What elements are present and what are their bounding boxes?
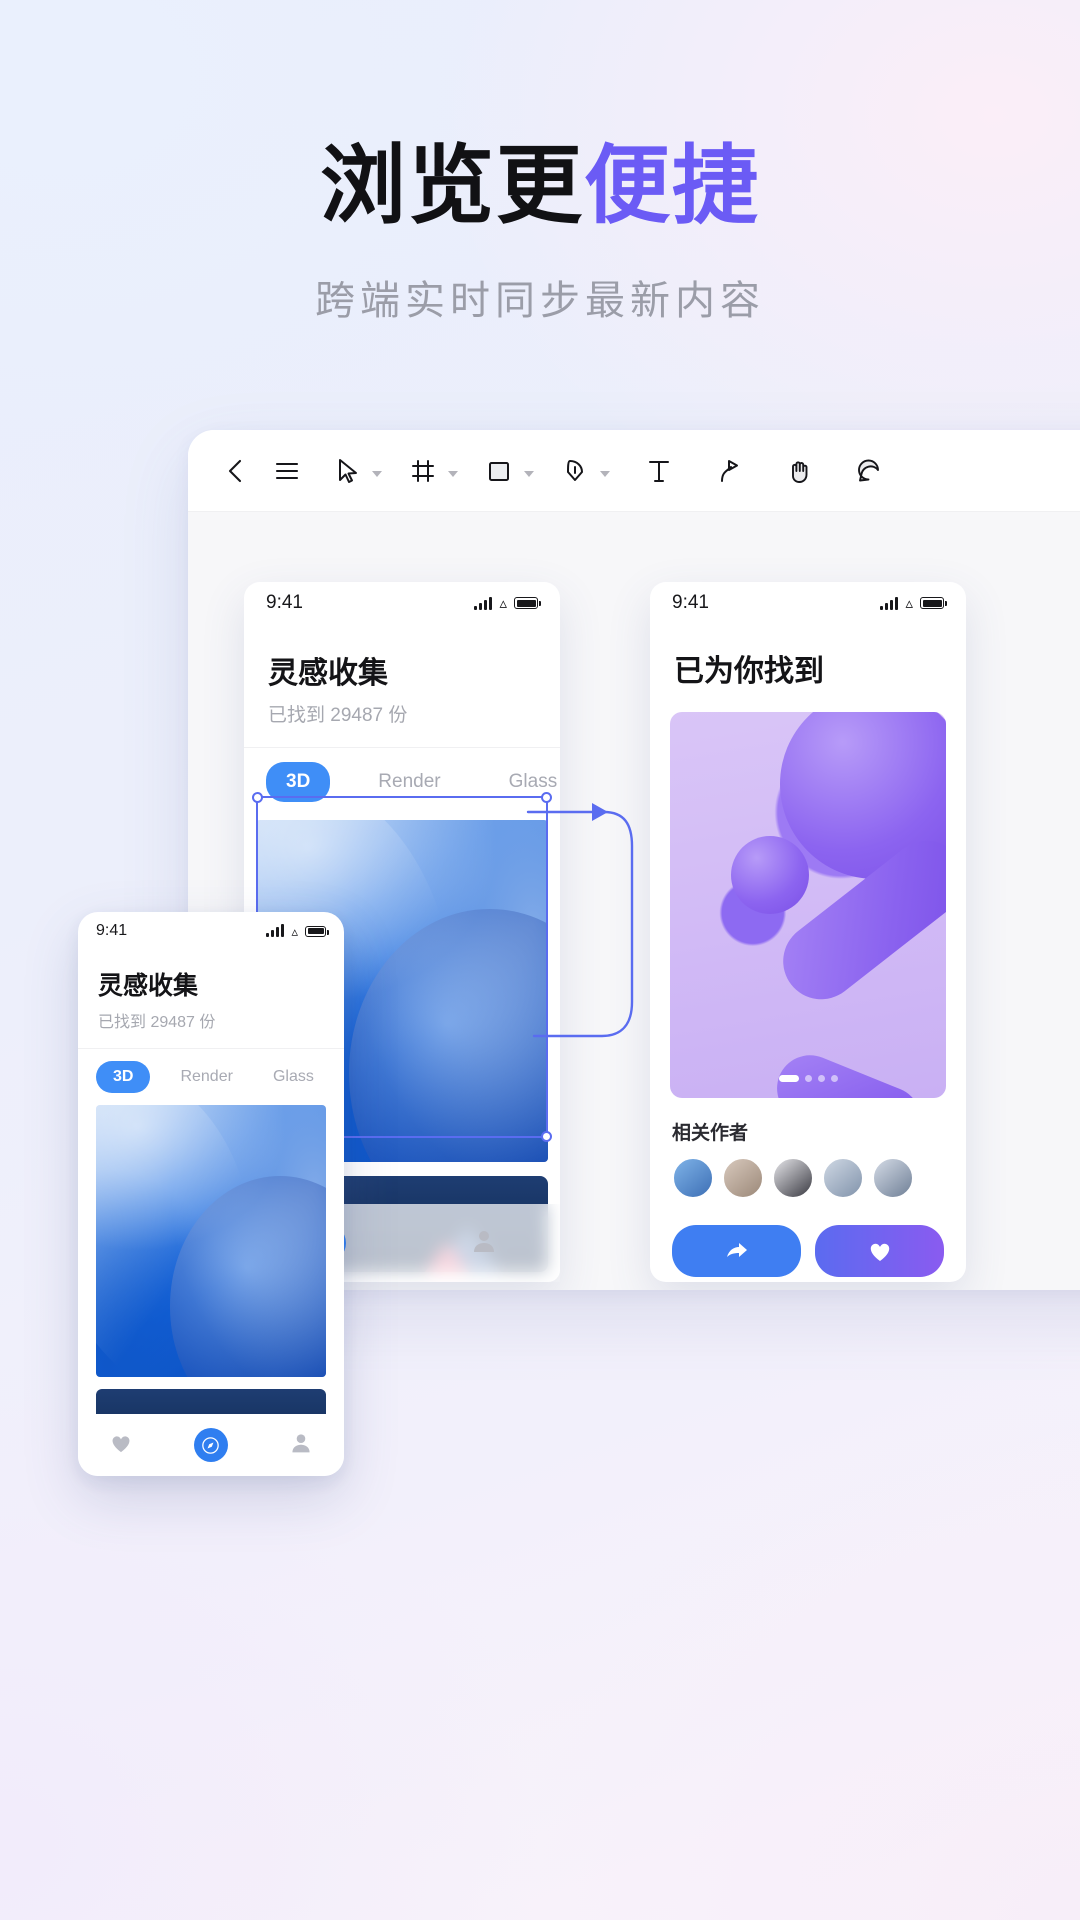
frame-tool-icon[interactable] [400,448,446,494]
chevron-down-icon[interactable] [372,470,382,477]
heart-icon [870,1243,889,1261]
sphere-small [730,835,809,914]
status-time: 9:41 [266,592,303,613]
tab-render[interactable]: Render [358,762,460,802]
design-toolbar [188,430,1080,512]
carousel-dot[interactable] [817,1075,825,1082]
hand-tool-icon[interactable] [776,448,822,494]
tab-glass[interactable]: Glass [263,1061,324,1093]
nav-profile-icon[interactable] [470,1227,498,1260]
headline-accent-part: 便捷 [584,138,760,234]
status-time: 9:41 [672,592,709,613]
phone-small-floating[interactable]: 9:41 ▵ 灵感收集 已找到 29487 份 3D Render Glass [78,912,344,1476]
avatar[interactable] [672,1157,714,1199]
text-tool-icon[interactable] [636,448,682,494]
cursor-tool-group[interactable] [324,448,382,494]
pen-tool-icon[interactable] [552,448,598,494]
capsule-shape-2 [767,1044,931,1098]
battery-icon [514,597,541,609]
phone-small-status-bar: 9:41 ▵ [78,912,344,950]
page-title: 浏览更便捷 [0,138,1080,234]
related-authors-label: 相关作者 [672,1123,749,1144]
status-indicators: ▵ [266,923,329,939]
chevron-down-icon[interactable] [448,470,458,477]
share-button[interactable] [672,1225,801,1277]
battery-icon [920,597,947,609]
headline-plain-part: 浏览更 [320,138,584,234]
frame-tool-group[interactable] [400,448,458,494]
hero-section: 浏览更便捷 跨端实时同步最新内容 [0,138,1080,326]
phone-small-tabs[interactable]: 3D Render Glass [78,1049,344,1103]
status-indicators: ▵ [880,594,947,612]
avatar[interactable] [872,1157,914,1199]
cursor-tool-icon[interactable] [324,448,370,494]
wifi-icon: ▵ [905,594,913,612]
nav-compass-icon[interactable] [193,1428,228,1462]
carousel-dot-active[interactable] [778,1075,799,1082]
signal-icon [474,596,493,610]
phone-detail-status-bar: 9:41 ▵ [650,582,966,624]
phone-small-navbar[interactable] [78,1414,344,1476]
phone-small-count: 已找到 29487 份 [98,1014,216,1031]
carousel-dot[interactable] [804,1075,812,1082]
phone-center-status-bar: 9:41 ▵ [244,582,560,624]
tab-3d[interactable]: 3D [266,762,331,802]
tab-3d[interactable]: 3D [96,1061,151,1093]
pen-tool-group[interactable] [552,448,610,494]
menu-icon[interactable] [264,448,310,494]
share-icon [726,1243,747,1257]
page-subtitle: 跨端实时同步最新内容 [315,279,765,324]
battery-icon [305,925,329,937]
nav-heart-icon[interactable] [109,1432,133,1459]
phone-small-title: 灵感收集 [98,972,199,1000]
avatar[interactable] [822,1157,864,1199]
signal-icon [880,596,899,610]
phone-detail-artwork[interactable] [670,712,946,1098]
phone-center-count: 已找到 29487 份 [268,705,408,726]
phone-center-title: 灵感收集 [268,657,388,690]
signal-icon [266,923,285,937]
nav-profile-icon[interactable] [289,1431,313,1460]
wifi-icon: ▵ [499,594,507,612]
phone-center-tabs[interactable]: 3D Render Glass [244,748,560,816]
status-time: 9:41 [96,922,128,939]
author-avatar-list[interactable] [672,1157,944,1199]
chevron-down-icon[interactable] [524,470,534,477]
comment-tool-icon[interactable] [846,448,892,494]
tab-render[interactable]: Render [170,1061,242,1093]
avatar[interactable] [722,1157,764,1199]
chevron-down-icon[interactable] [600,470,610,477]
phone-detail-title: 已为你找到 [674,655,824,688]
phone-small-artwork[interactable] [96,1105,326,1377]
phone-detail-artboard[interactable]: 9:41 ▵ 已为你找到 相关作者 [650,582,966,1282]
carousel-dot[interactable] [830,1075,838,1082]
like-button[interactable] [815,1225,944,1277]
rectangle-tool-group[interactable] [476,448,534,494]
back-icon[interactable] [212,448,258,494]
rectangle-tool-icon[interactable] [476,448,522,494]
wifi-icon: ▵ [291,923,298,939]
avatar[interactable] [772,1157,814,1199]
carousel-dots[interactable] [670,1075,946,1082]
status-indicators: ▵ [474,594,541,612]
tab-glass[interactable]: Glass [489,762,560,802]
connector-tool-icon[interactable] [706,448,752,494]
